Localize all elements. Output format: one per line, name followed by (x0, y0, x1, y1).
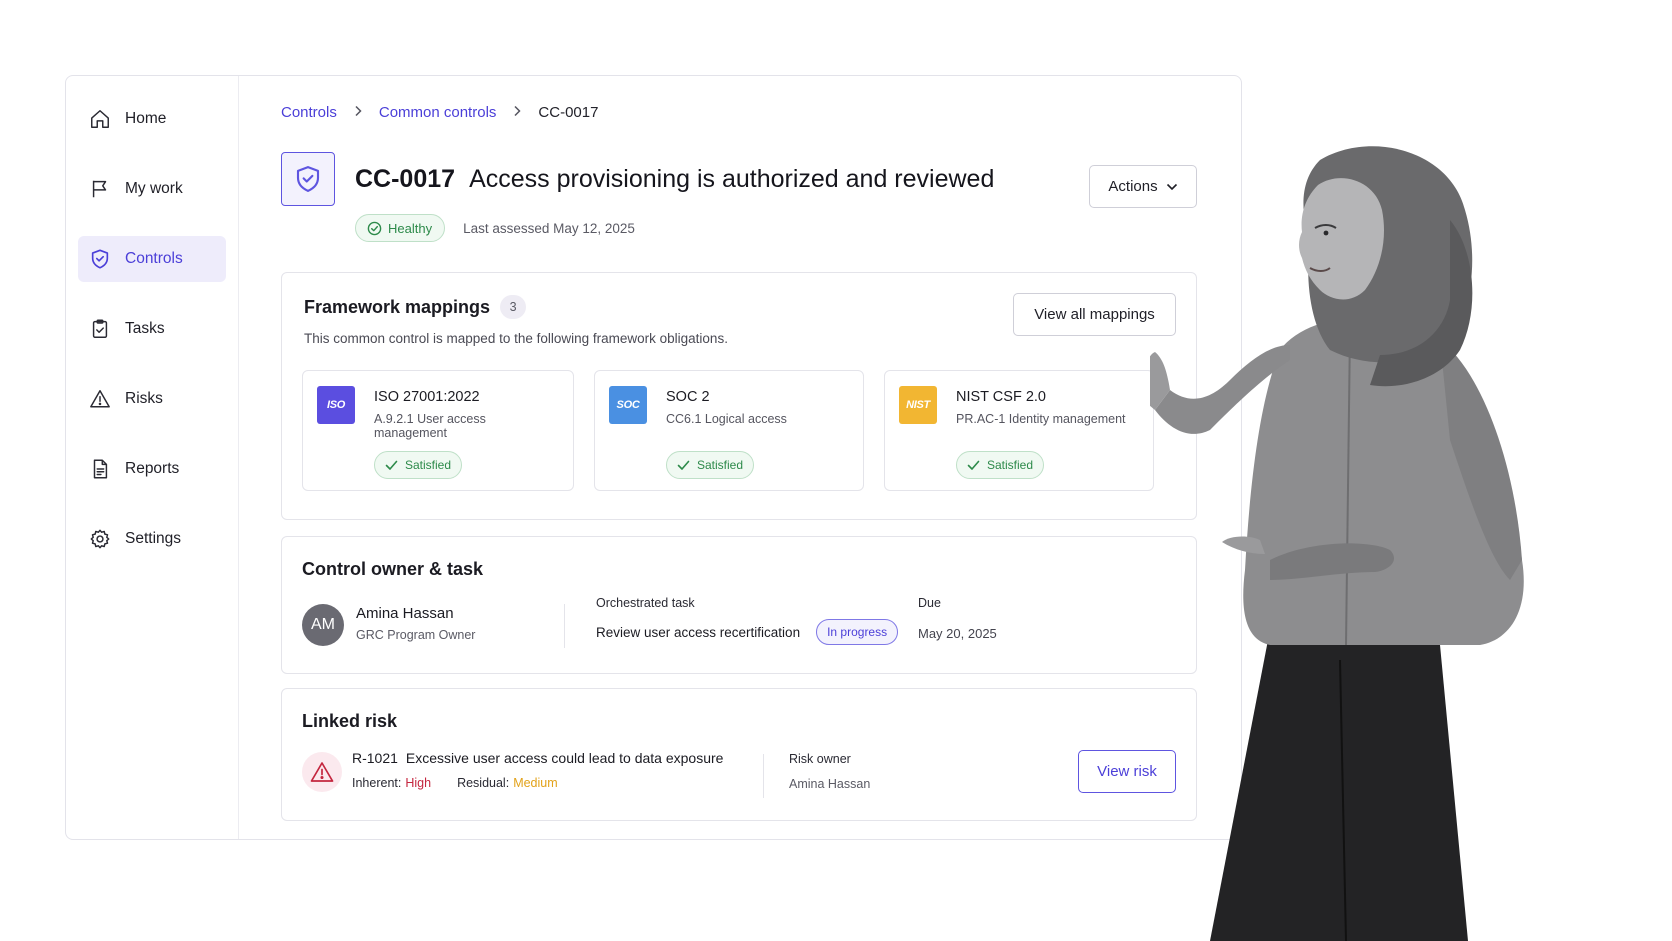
check-icon (677, 460, 690, 471)
breadcrumb-link-common-controls[interactable]: Common controls (379, 104, 497, 121)
chevron-right-icon (512, 104, 522, 120)
divider (763, 754, 764, 798)
inherent-value: High (405, 776, 432, 790)
shield-icon (281, 152, 335, 206)
status-row: Healthy Last assessed May 12, 2025 (355, 214, 1197, 242)
owner-role: GRC Program Owner (356, 628, 476, 642)
framework-name: ISO 27001:2022 (374, 389, 480, 405)
home-icon (88, 107, 112, 131)
sidebar-item-controls[interactable]: Controls (78, 236, 226, 282)
document-icon (88, 457, 112, 481)
sidebar-item-label: Reports (125, 460, 180, 477)
sidebar-item-label: Risks (125, 390, 163, 407)
divider (564, 604, 565, 648)
page-header: CC-0017 Access provisioning is authorize… (281, 152, 1197, 208)
breadcrumb-link-controls[interactable]: Controls (281, 104, 337, 121)
warning-triangle-icon (88, 387, 112, 411)
sidebar-item-settings[interactable]: Settings (78, 516, 226, 562)
satisfied-badge: Satisfied (374, 451, 463, 479)
sidebar-item-label: Home (125, 110, 167, 127)
main-content: Controls Common controls CC-0017 CC-0017… (239, 76, 1241, 839)
count-badge: 3 (500, 295, 527, 319)
framework-requirement: CC6.1 Logical access (666, 412, 787, 426)
breadcrumb-current: CC-0017 (538, 103, 599, 121)
iso-logo-icon: ISO (317, 386, 355, 424)
due-date: May 20, 2025 (918, 626, 997, 641)
sidebar-item-label: Tasks (125, 320, 165, 337)
card-title: Control owner & task (302, 559, 484, 579)
owner-name: Amina Hassan (356, 605, 454, 622)
control-id: CC-0017 (355, 164, 456, 193)
framework-tile-iso[interactable]: ISO ISO 27001:2022 A.9.2.1 User access m… (302, 370, 574, 491)
page-title: Access provisioning is authorized and re… (469, 164, 995, 193)
status-badge: Healthy (355, 214, 446, 242)
satisfied-label: Satisfied (987, 458, 1034, 472)
framework-requirement: PR.AC-1 Identity management (956, 412, 1126, 426)
risk-owner-name: Amina Hassan (789, 777, 871, 791)
presenter-illustration (1150, 146, 1524, 941)
framework-mappings-card: Framework mappings 3 View all mappings T… (281, 272, 1197, 520)
sidebar-item-reports[interactable]: Reports (78, 446, 226, 492)
warning-icon (302, 752, 342, 792)
task-label: Orchestrated task (596, 596, 695, 610)
sidebar-item-risks[interactable]: Risks (78, 376, 226, 422)
sidebar-item-home[interactable]: Home (78, 96, 226, 142)
sidebar-item-label: My work (125, 180, 183, 197)
due-label: Due (918, 596, 941, 610)
linked-risk-card: Linked risk R-1021 Excessive user access … (281, 688, 1197, 821)
last-assessed: Last assessed May 12, 2025 (463, 220, 635, 236)
framework-name: NIST CSF 2.0 (956, 389, 1046, 405)
check-circle-icon (367, 221, 382, 236)
sidebar: Home My work Controls Tasks Risks Report… (66, 76, 239, 839)
risk-id: R-1021 (352, 750, 398, 766)
nist-logo-icon: NIST (899, 386, 937, 424)
card-title: Linked risk (302, 711, 398, 731)
inherent-label: Inherent: (352, 776, 402, 790)
sidebar-item-tasks[interactable]: Tasks (78, 306, 226, 352)
in-progress-badge: In progress (816, 619, 899, 645)
chevron-right-icon (353, 104, 363, 120)
flag-icon (88, 177, 112, 201)
framework-tile-nist[interactable]: NIST NIST CSF 2.0 PR.AC-1 Identity manag… (884, 370, 1154, 491)
soc-logo-icon: SOC (609, 386, 647, 424)
clipboard-check-icon (88, 317, 112, 341)
framework-name: SOC 2 (666, 389, 710, 405)
status-badge-label: Healthy (388, 220, 433, 236)
sidebar-item-my-work[interactable]: My work (78, 166, 226, 212)
task-name-link[interactable]: Review user access recertification (596, 625, 800, 640)
risk-title: Excessive user access could lead to data… (405, 750, 724, 766)
sidebar-item-label: Settings (125, 530, 182, 547)
app-window: Home My work Controls Tasks Risks Report… (65, 75, 1242, 840)
shield-check-icon (88, 247, 112, 271)
framework-tile-soc2[interactable]: SOC SOC 2 CC6.1 Logical access Satisfied (594, 370, 864, 491)
residual-value: Medium (513, 776, 558, 790)
residual-label: Residual: (457, 776, 510, 790)
control-owner-task-card: Control owner & task AM Amina Hassan GRC… (281, 536, 1197, 674)
card-title: Framework mappings (304, 296, 491, 317)
check-icon (385, 460, 398, 471)
risk-owner-label: Risk owner (789, 752, 851, 766)
satisfied-badge: Satisfied (956, 451, 1045, 479)
breadcrumb: Controls Common controls CC-0017 (281, 102, 1197, 122)
avatar: AM (302, 604, 344, 646)
satisfied-label: Satisfied (697, 458, 744, 472)
gear-icon (88, 527, 112, 551)
satisfied-label: Satisfied (405, 458, 452, 472)
satisfied-badge: Satisfied (666, 451, 755, 479)
framework-requirement: A.9.2.1 User access management (374, 412, 486, 440)
check-icon (967, 460, 980, 471)
framework-list: ISO ISO 27001:2022 A.9.2.1 User access m… (302, 370, 1176, 491)
sidebar-item-label: Controls (125, 250, 183, 267)
